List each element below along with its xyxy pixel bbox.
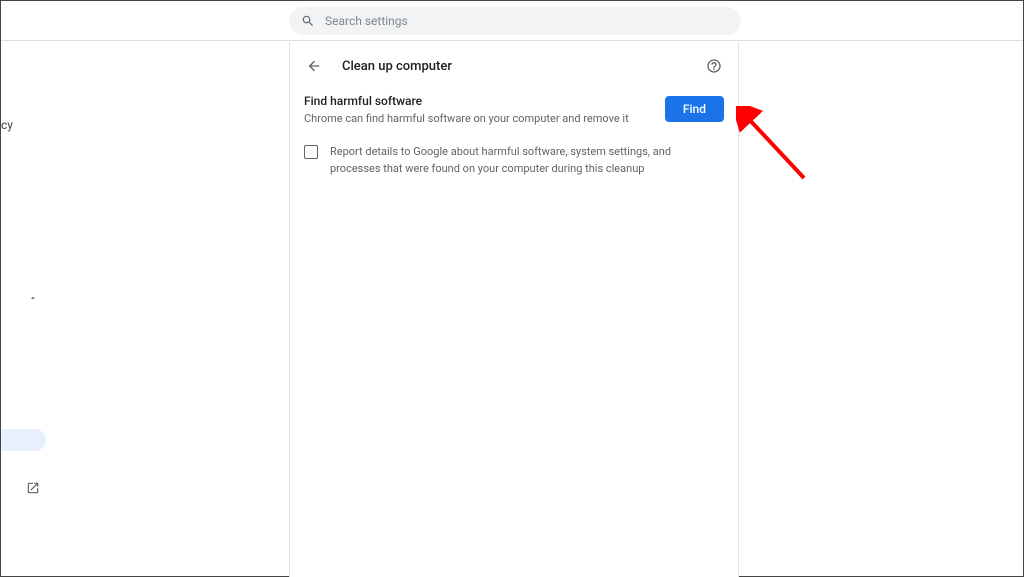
report-checkbox[interactable] [304, 145, 318, 159]
sidebar-item-fragment[interactable]: cy [1, 118, 13, 132]
chevron-up-icon[interactable] [28, 288, 38, 307]
help-button[interactable] [704, 56, 724, 76]
find-button[interactable]: Find [665, 96, 724, 122]
find-harmful-section: Find harmful software Chrome can find ha… [290, 94, 738, 177]
section-title: Find harmful software [304, 94, 653, 108]
search-input[interactable] [325, 14, 729, 28]
open-in-new-icon[interactable] [26, 480, 40, 499]
sidebar-selected-indicator[interactable] [1, 429, 46, 451]
report-checkbox-label: Report details to Google about harmful s… [330, 144, 724, 177]
help-icon [706, 58, 722, 74]
back-button[interactable] [304, 56, 324, 76]
settings-panel: Clean up computer Find harmful software … [289, 42, 739, 577]
search-icon [301, 14, 315, 28]
report-checkbox-row: Report details to Google about harmful s… [304, 144, 724, 177]
search-input-wrap[interactable] [289, 7, 741, 35]
back-arrow-icon [306, 58, 322, 74]
annotation-arrow-icon [736, 106, 811, 186]
page-title: Clean up computer [342, 59, 704, 74]
panel-header: Clean up computer [290, 42, 738, 90]
section-description: Chrome can find harmful software on your… [304, 111, 653, 126]
search-bar [1, 1, 1023, 41]
